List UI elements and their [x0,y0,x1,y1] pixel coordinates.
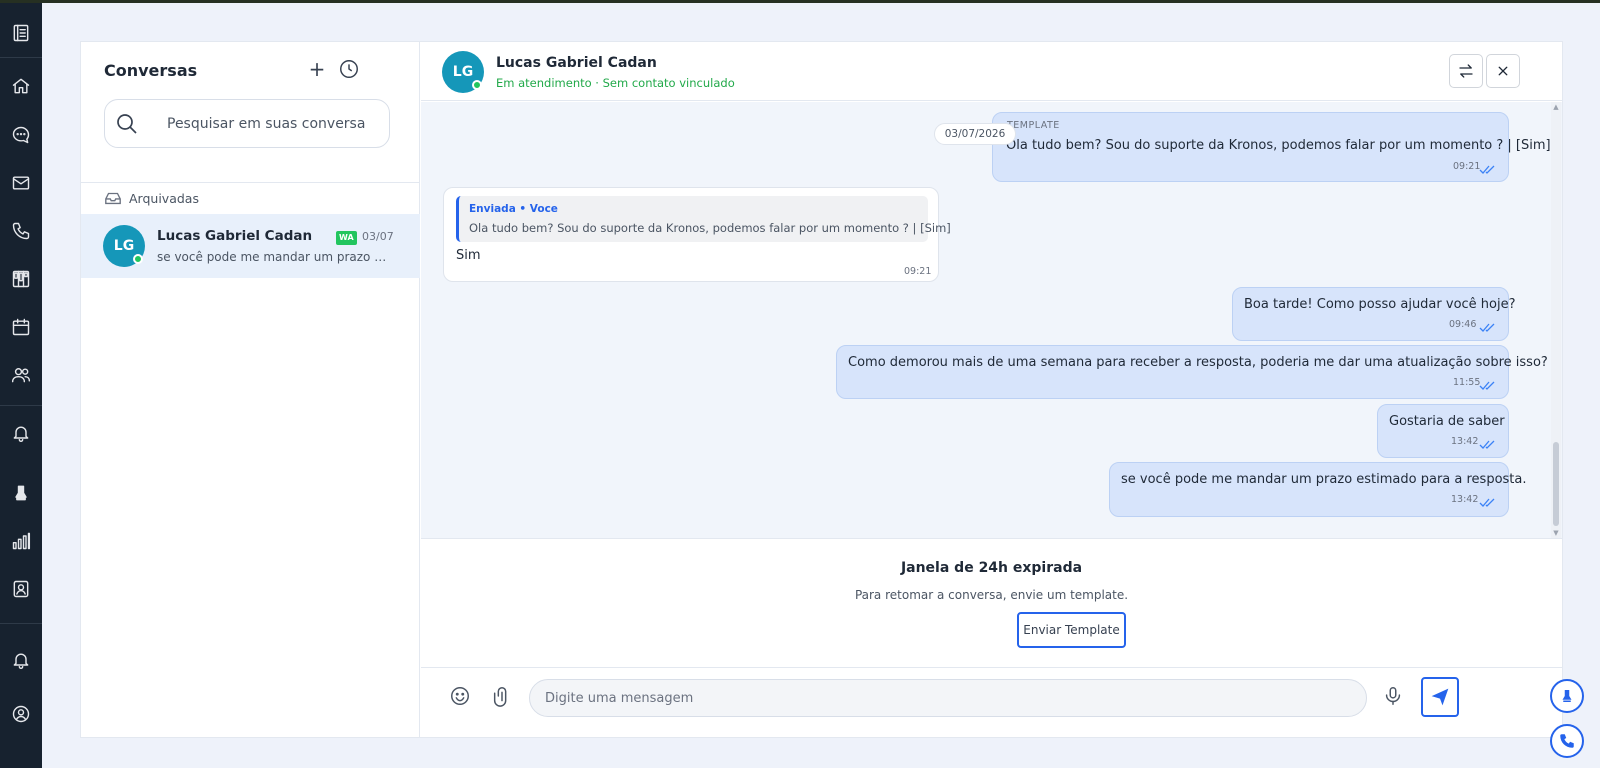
message-composer [421,667,1562,737]
message-bubble-outgoing: Gostaria de saber 13:42 [1377,404,1509,458]
search-icon [115,112,139,136]
message-scrollbar[interactable]: ▲ ▼ [1551,102,1561,538]
online-indicator [133,254,143,264]
conversation-date: 03/07 [362,230,394,243]
send-icon [1431,688,1449,706]
kanban-icon[interactable] [9,267,33,291]
message-time: 09:21 [904,266,932,277]
message-text: Como demorou mais de uma semana para rec… [848,355,1548,370]
message-bubble-outgoing: Boa tarde! Como posso ajudar você hoje? … [1232,287,1516,341]
bar-chart-icon[interactable] [9,529,33,553]
rail-divider [0,623,42,624]
message-time: 09:21 [1453,161,1481,172]
attachment-icon[interactable] [491,685,515,709]
archived-row[interactable]: Arquivadas [81,182,420,214]
whatsapp-badge: WA [336,231,357,245]
search-input[interactable] [167,113,382,135]
search-box [104,99,390,148]
message-time: 13:42 [1451,494,1479,505]
bell-filled-icon[interactable] [9,481,33,505]
read-ticks-icon [1479,318,1497,332]
bell-filled-icon [1562,690,1572,702]
rail-divider [0,405,42,406]
contact-name: Lucas Gabriel Cadan [496,55,657,71]
conversation-preview: se você pode me mandar um prazo estimado… [157,250,389,264]
transfer-button[interactable] [1449,54,1483,88]
expired-subtitle: Para retomar a conversa, envie um templa… [854,588,1129,602]
chat-icon[interactable] [9,123,33,147]
new-conversation-button[interactable]: + [307,57,327,81]
inbox-icon [104,190,122,206]
close-icon [1498,66,1508,76]
floating-alert-button[interactable] [1550,679,1584,713]
floating-phone-button[interactable] [1550,724,1584,758]
message-time: 09:46 [1449,319,1477,330]
message-text: Boa tarde! Como posso ajudar você hoje? [1244,297,1516,312]
message-text: Ola tudo bem? Sou do suporte da Kronos, … [1006,138,1551,153]
quoted-text: Ola tudo bem? Sou do suporte da Kronos, … [469,221,951,235]
scrollbar-thumb[interactable] [1553,442,1559,526]
send-template-button[interactable]: Enviar Template [1017,612,1126,648]
send-button[interactable] [1421,677,1459,717]
message-text: Sim [456,248,481,263]
archived-label: Arquivadas [129,191,199,206]
left-nav-rail [0,3,42,768]
chat-area: LG Lucas Gabriel Cadan Em atendimento · … [421,42,1562,737]
online-indicator [472,80,482,90]
phone-icon [1560,734,1574,748]
message-text: Gostaria de saber [1389,414,1505,429]
microphone-icon[interactable] [1382,685,1406,709]
date-separator: 03/07/2026 [934,123,1016,145]
notifications-icon[interactable] [9,648,33,672]
top-border [0,0,1600,3]
transfer-arrows-icon [1459,64,1473,78]
bell-icon[interactable] [9,421,33,445]
message-bubble-outgoing: TEMPLATE Ola tudo bem? Sou do suporte da… [992,112,1551,182]
message-time: 11:55 [1453,377,1481,388]
expired-title: Janela de 24h expirada [900,560,1083,576]
users-icon[interactable] [9,363,33,387]
history-icon[interactable] [338,58,360,80]
chat-header: LG Lucas Gabriel Cadan Em atendimento · … [421,42,1562,101]
quoted-message[interactable]: Enviada • Voce Ola tudo bem? Sou do supo… [456,196,951,242]
conversations-title: Conversas [104,61,198,80]
read-ticks-icon [1479,493,1497,507]
read-ticks-icon [1479,435,1497,449]
menu-book-icon[interactable] [9,21,33,45]
phone-icon[interactable] [9,219,33,243]
home-icon[interactable] [9,74,33,98]
contact-card-icon[interactable] [9,577,33,601]
conversation-item[interactable]: LG Lucas Gabriel Cadan WA 03/07 se você … [81,214,420,278]
profile-icon[interactable] [9,702,33,726]
calendar-icon[interactable] [9,315,33,339]
contact-status: Em atendimento · Sem contato vinculado [496,76,735,90]
conversations-sidebar: Conversas + Arquivadas LG Lucas Gabriel … [81,42,420,737]
message-bubble-outgoing: se você pode me mandar um prazo estimado… [1109,462,1527,517]
message-bubble-outgoing: Como demorou mais de uma semana para rec… [836,345,1548,399]
main-panel: Conversas + Arquivadas LG Lucas Gabriel … [80,41,1563,738]
conversation-name: Lucas Gabriel Cadan [157,228,313,244]
expired-window-notice: Janela de 24h expirada Para retomar a co… [421,538,1562,667]
message-input[interactable] [529,679,1367,717]
scroll-down-icon[interactable]: ▼ [1552,529,1560,537]
emoji-icon[interactable] [449,685,473,709]
message-bubble-incoming: Enviada • Voce Ola tudo bem? Sou do supo… [443,187,951,282]
scroll-up-icon[interactable]: ▲ [1552,103,1560,111]
mail-icon[interactable] [9,171,33,195]
message-list[interactable]: TEMPLATE Ola tudo bem? Sou do suporte da… [421,102,1562,538]
rail-divider [0,57,42,58]
read-ticks-icon [1479,160,1497,174]
close-chat-button[interactable] [1486,54,1520,88]
message-time: 13:42 [1451,436,1479,447]
read-ticks-icon [1479,376,1497,390]
quoted-header: Enviada • Voce [469,203,558,215]
message-text: se você pode me mandar um prazo estimado… [1121,472,1527,487]
